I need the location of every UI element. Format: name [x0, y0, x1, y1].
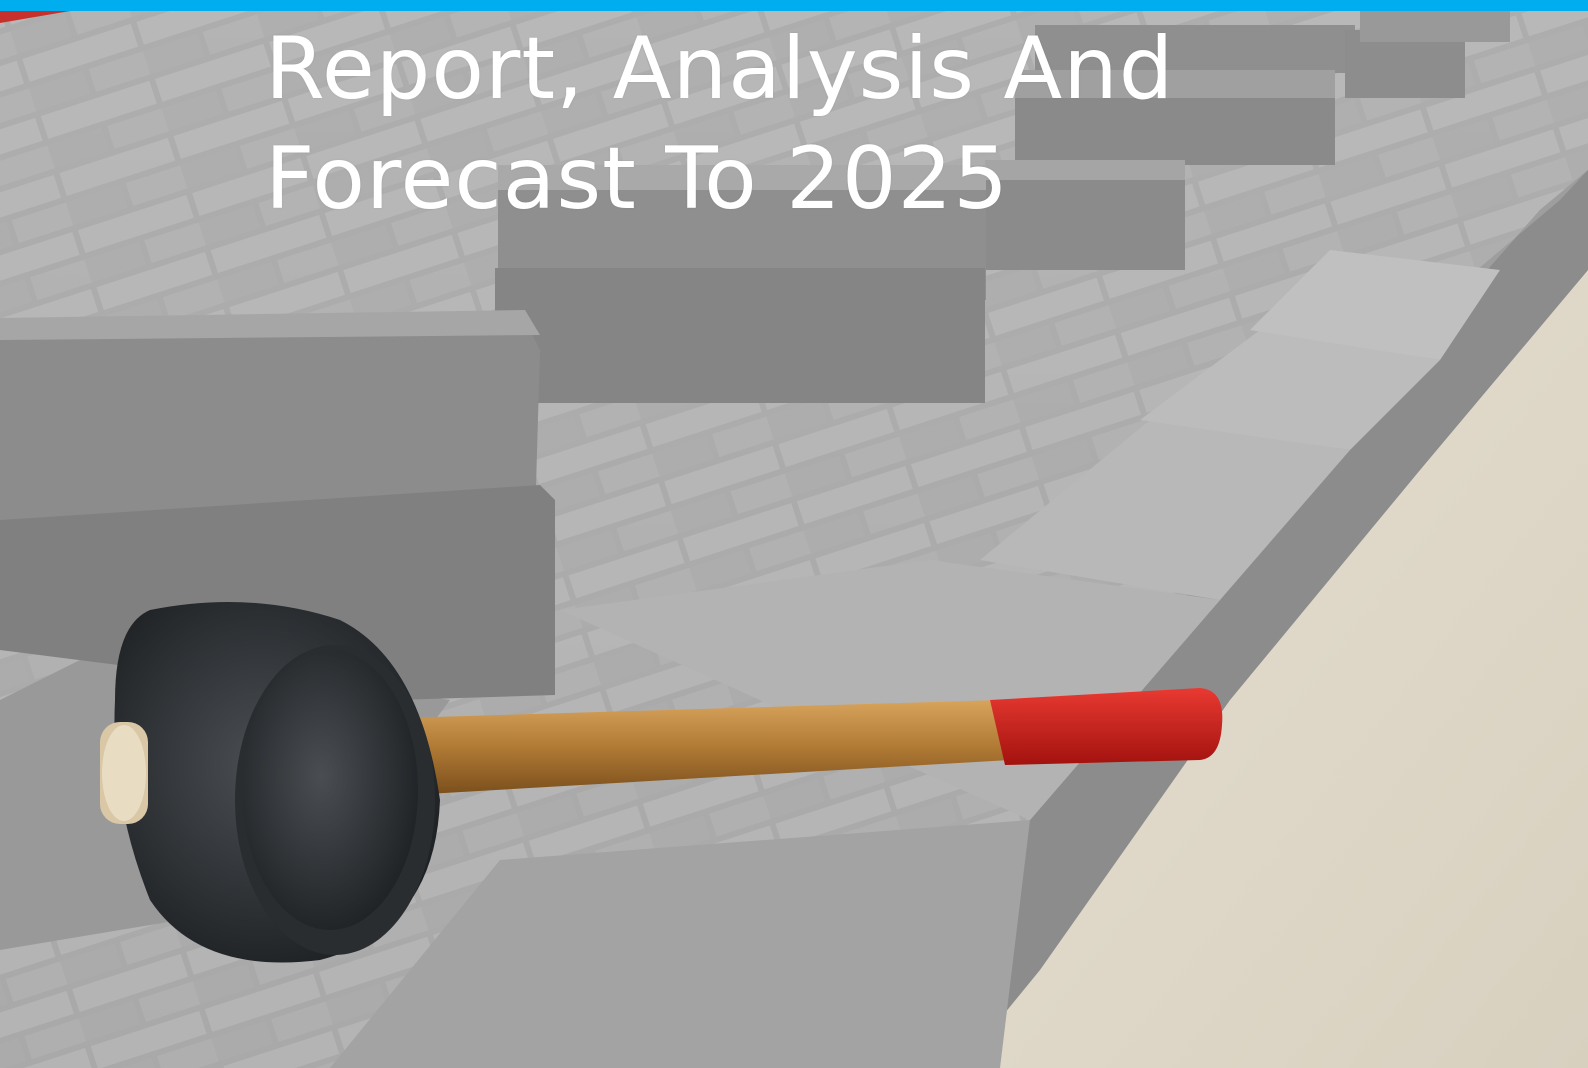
title-line-2: Forecast To 2025: [265, 129, 1009, 229]
top-accent-bar: [0, 0, 1588, 23]
slide: Report, Analysis And Forecast To 2025: [0, 0, 1588, 1068]
slide-title: Report, Analysis And Forecast To 2025: [265, 14, 1265, 234]
title-line-1: Report, Analysis And: [265, 19, 1175, 119]
